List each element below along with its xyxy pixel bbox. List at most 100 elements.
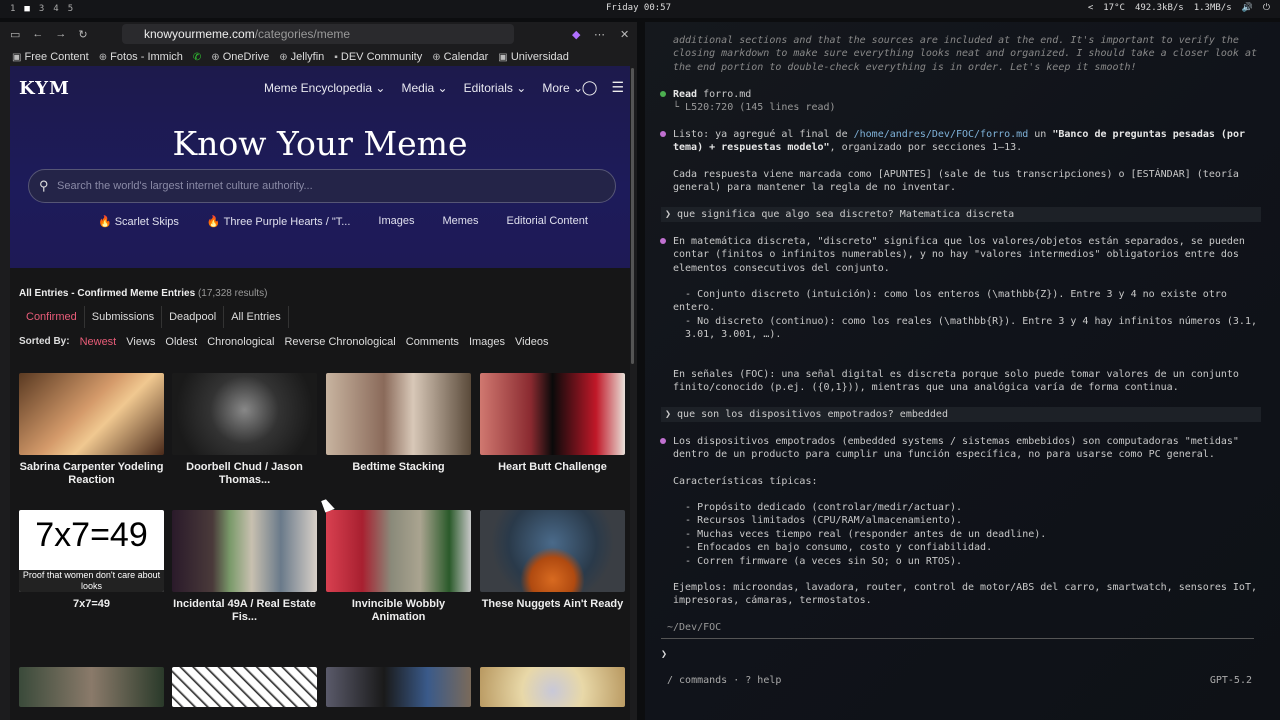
entry-title[interactable]: Invincible Wobbly Animation	[326, 598, 471, 624]
entry-thumbnail[interactable]	[480, 373, 625, 455]
entry-title[interactable]: Heart Butt Challenge	[480, 461, 625, 474]
sort-comments[interactable]: Comments	[406, 336, 459, 348]
hamburger-menu-icon[interactable]: ☰	[611, 79, 624, 96]
forward-icon[interactable]: →	[55, 28, 66, 40]
bookmark-onedrive[interactable]: ⊕ OneDrive	[211, 51, 269, 63]
entry-title[interactable]: These Nuggets Ain't Ready	[480, 598, 625, 611]
tray-collapse-icon[interactable]: <	[1088, 3, 1093, 13]
trending-scarlet-skips[interactable]: 🔥 Scarlet Skips	[98, 215, 179, 228]
entry-title[interactable]: Incidental 49A / Real Estate Fis...	[172, 598, 317, 624]
sort-images[interactable]: Images	[469, 336, 505, 348]
entry-thumbnail[interactable]	[19, 373, 164, 455]
entry-thumbnail[interactable]: 7x7=49 Proof that women don't care about…	[19, 510, 164, 592]
tab-confirmed[interactable]: Confirmed	[19, 306, 85, 328]
nav-media[interactable]: Media ⌄	[401, 81, 447, 95]
sort-views[interactable]: Views	[126, 336, 155, 348]
entry-card[interactable]	[326, 667, 471, 707]
entry-card[interactable]	[480, 667, 625, 707]
search-input[interactable]: ⚲ Search the world's largest internet cu…	[28, 169, 616, 203]
user-prompt: ❯ que son los dispositivos empotrados? e…	[661, 407, 1261, 423]
entry-thumbnail[interactable]	[326, 373, 471, 455]
close-icon[interactable]: ✕	[620, 28, 629, 41]
back-icon[interactable]: ←	[32, 28, 43, 40]
nav-meme-encyclopedia[interactable]: Meme Encyclopedia ⌄	[264, 81, 385, 95]
scrollbar[interactable]	[631, 68, 634, 364]
entry-thumbnail[interactable]	[19, 667, 164, 707]
bookmark-whatsapp[interactable]: ✆	[193, 51, 201, 63]
reload-icon[interactable]: ↻	[78, 28, 87, 41]
sort-newest[interactable]: Newest	[80, 336, 117, 348]
sort-chronological[interactable]: Chronological	[207, 336, 274, 348]
nav-more[interactable]: More ⌄	[542, 81, 583, 95]
url-bar[interactable]: knowyourmeme.com/categories/meme	[122, 24, 514, 44]
entry-thumbnail[interactable]	[326, 667, 471, 707]
workspace-3[interactable]: 3	[39, 4, 44, 14]
menu-dots-icon[interactable]: ⋯	[594, 28, 605, 41]
trending-three-purple-hearts[interactable]: 🔥 Three Purple Hearts / "T...	[207, 215, 351, 228]
bookmark-label: DEV Community	[340, 51, 423, 63]
answer-heading: Características típicas:	[673, 476, 818, 487]
sort-videos[interactable]: Videos	[515, 336, 548, 348]
model-label[interactable]: GPT-5.2	[1210, 674, 1252, 687]
entry-title[interactable]: Sabrina Carpenter Yodeling Reaction	[19, 461, 164, 487]
entry-title[interactable]: Bedtime Stacking	[326, 461, 471, 474]
entry-card[interactable]: Heart Butt Challenge	[480, 373, 625, 474]
link-images[interactable]: Images	[378, 215, 414, 228]
entry-card[interactable]: Bedtime Stacking	[326, 373, 471, 474]
entry-card[interactable]: Sabrina Carpenter Yodeling Reaction	[19, 373, 164, 487]
entry-thumbnail[interactable]	[480, 510, 625, 592]
sort-oldest[interactable]: Oldest	[165, 336, 197, 348]
entry-thumbnail[interactable]	[172, 373, 317, 455]
entry-card[interactable]: Invincible Wobbly Animation	[326, 510, 471, 624]
bookmark-label: Free Content	[24, 51, 89, 63]
bookmark-free-content[interactable]: ▣ Free Content	[12, 51, 89, 63]
link-memes[interactable]: Memes	[442, 215, 478, 228]
entry-card[interactable]: 7x7=49 Proof that women don't care about…	[19, 510, 164, 611]
browser-toolbar: ▭ ← → ↻ knowyourmeme.com/categories/meme…	[0, 22, 637, 46]
tool-detail: └ L520:720 (145 lines read)	[673, 102, 836, 113]
tab-submissions[interactable]: Submissions	[85, 306, 163, 328]
nav-editorials[interactable]: Editorials ⌄	[464, 81, 527, 95]
extension-icon[interactable]: ◆	[572, 28, 580, 41]
tab-all-entries[interactable]: All Entries	[224, 306, 289, 328]
entry-title[interactable]: 7x7=49	[19, 598, 164, 611]
workspace-2-active[interactable]: ■	[24, 4, 29, 14]
tab-deadpool[interactable]: Deadpool	[162, 306, 225, 328]
bookmark-fotos[interactable]: ⊕ Fotos - Immich	[99, 51, 183, 63]
power-icon[interactable]: ⏻	[1263, 3, 1270, 13]
link-editorial-content[interactable]: Editorial Content	[507, 215, 588, 228]
entry-card[interactable]: Doorbell Chud / Jason Thomas...	[172, 373, 317, 487]
thumbnail-caption: Proof that women don't care about looks	[19, 570, 164, 592]
bookmark-label: OneDrive	[222, 51, 270, 63]
bookmark-universidad[interactable]: ▣ Universidad	[498, 51, 569, 63]
entry-thumbnail[interactable]	[326, 510, 471, 592]
bookmark-jellyfin[interactable]: ⊕ Jellyfin	[279, 51, 324, 63]
bookmark-dev[interactable]: ▪ DEV Community	[334, 51, 422, 63]
entries-title: All Entries - Confirmed Meme Entries	[19, 288, 196, 299]
workspace-5[interactable]: 5	[68, 4, 73, 14]
clock[interactable]: Friday 00:57	[606, 3, 671, 13]
terminal-window[interactable]: additional sections and that the sources…	[645, 22, 1280, 720]
sidebar-toggle-icon[interactable]: ▭	[10, 28, 20, 41]
entry-card[interactable]	[19, 667, 164, 707]
entry-thumbnail[interactable]	[172, 667, 317, 707]
prompt-input[interactable]: ❯	[661, 648, 667, 661]
entry-card[interactable]: These Nuggets Ain't Ready	[480, 510, 625, 611]
workspace-1[interactable]: 1	[10, 4, 15, 14]
chevron-down-icon: ⌄	[437, 81, 448, 95]
volume-icon[interactable]: 🔊	[1242, 3, 1253, 13]
sort-reverse-chronological[interactable]: Reverse Chronological	[284, 336, 395, 348]
entry-card[interactable]	[172, 667, 317, 707]
workspace-switcher[interactable]: 1 ■ 3 4 5	[0, 4, 73, 14]
entry-thumbnail[interactable]	[172, 510, 317, 592]
nav-icons: ◯ ☰	[582, 79, 624, 96]
page-title: Know Your Meme	[172, 124, 468, 163]
workspace-4[interactable]: 4	[53, 4, 58, 14]
site-logo[interactable]: KYM	[19, 78, 70, 99]
entry-card[interactable]: Incidental 49A / Real Estate Fis...	[172, 510, 317, 624]
user-icon[interactable]: ◯	[582, 79, 598, 96]
tool-call-read: Read forro.md	[673, 88, 1263, 101]
entry-thumbnail[interactable]	[480, 667, 625, 707]
bookmark-calendar[interactable]: ⊕ Calendar	[432, 51, 488, 63]
entry-title[interactable]: Doorbell Chud / Jason Thomas...	[172, 461, 317, 487]
